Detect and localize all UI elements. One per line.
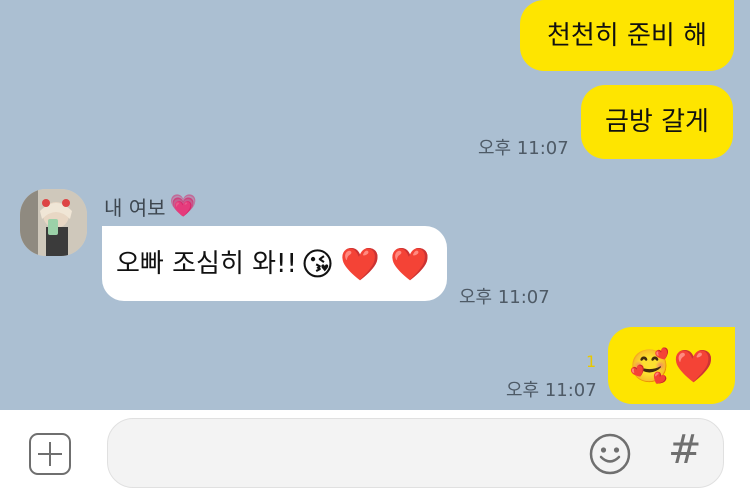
heart-emoji: ❤️: [673, 346, 714, 385]
smiley-icon[interactable]: [588, 432, 632, 476]
unread-count: 1: [586, 352, 597, 371]
message-bubble-mine[interactable]: 🥰 ❤️: [608, 327, 735, 404]
hashtag-search-button[interactable]: #: [668, 430, 702, 470]
message-time: 오후 11:07: [506, 380, 597, 401]
plus-square-icon[interactable]: [29, 433, 71, 475]
message-bubble-mine[interactable]: 천천히 준비 해: [520, 0, 734, 71]
kiss-emoji: 😘: [300, 244, 335, 283]
sender-name: 내 여보 💗: [104, 194, 197, 220]
smiling-hearts-emoji: 🥰: [629, 346, 670, 385]
message-text: 천천히 준비 해: [546, 20, 708, 51]
message-input[interactable]: [126, 419, 570, 489]
message-time: 오후 11:07: [478, 138, 569, 159]
message-bubble-mine[interactable]: 금방 갈게: [581, 85, 733, 159]
message-text: 오빠 조심히 와!!: [116, 248, 297, 279]
message-bubble-theirs[interactable]: 오빠 조심히 와!! 😘 ❤️ ❤️: [102, 226, 447, 301]
message-time: 오후 11:07: [459, 287, 550, 308]
avatar[interactable]: [20, 189, 87, 256]
heart-emojis: ❤️ ❤️: [340, 244, 431, 283]
message-text: 금방 갈게: [605, 107, 709, 137]
heart-emoji: 💗: [169, 194, 197, 219]
chat-area: 천천히 준비 해 오후 11:07 금방 갈게 내 여보 💗 오빠 조심히 와!…: [0, 0, 750, 410]
